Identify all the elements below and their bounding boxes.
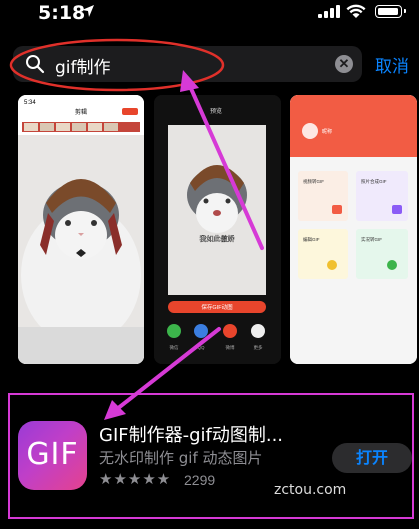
shot2-share-0: 微信 xyxy=(170,344,179,351)
search-input[interactable]: gif制作 xyxy=(55,53,111,78)
app-screenshot-2[interactable]: 预览 我如此傲娇 保存GIF动图 微信 QQ 微博 更多 xyxy=(154,95,281,364)
app-screenshot-3[interactable]: 昵称 视频转GIF 照片合成GIF 编辑GIF 实况转GIF xyxy=(290,95,417,364)
cellular-signal-icon xyxy=(318,5,340,18)
battery-icon xyxy=(375,5,406,18)
shot2-share-2: 微博 xyxy=(226,344,235,351)
wifi-icon xyxy=(346,4,366,18)
shot3-card-3: 实况转GIF xyxy=(361,236,382,243)
location-arrow-icon xyxy=(82,5,94,17)
screenshot-2-art: 预览 我如此傲娇 保存GIF动图 微信 QQ 微博 更多 xyxy=(154,95,281,364)
shot2-caption: 我如此傲娇 xyxy=(200,234,235,243)
search-icon xyxy=(26,55,45,74)
shot3-card-2: 编辑GIF xyxy=(303,236,320,243)
shot3-user: 昵称 xyxy=(322,128,332,135)
shot2-action: 保存GIF动图 xyxy=(201,303,233,311)
status-bar: 5:18 xyxy=(0,0,419,30)
shot1-status-time: 5:34 xyxy=(24,100,36,106)
shot2-title: 预览 xyxy=(210,107,222,115)
shot2-share-1: QQ xyxy=(197,345,205,350)
search-bar[interactable]: gif制作 ✕ xyxy=(13,46,362,82)
shot3-card-1: 照片合成GIF xyxy=(361,178,387,185)
shot2-share-3: 更多 xyxy=(254,344,263,351)
annotation-highlight-box xyxy=(8,393,414,519)
shot3-card-0: 视频转GIF xyxy=(303,178,324,185)
app-screenshot-1[interactable]: 5:34 剪辑 xyxy=(18,95,144,364)
screenshot-1-art: 5:34 剪辑 xyxy=(18,95,144,364)
shot1-title: 剪辑 xyxy=(75,108,87,116)
status-time: 5:18 xyxy=(38,2,86,24)
screenshot-3-art: 昵称 视频转GIF 照片合成GIF 编辑GIF 实况转GIF xyxy=(290,95,417,364)
cancel-button[interactable]: 取消 xyxy=(375,52,409,77)
clear-search-icon[interactable]: ✕ xyxy=(335,55,353,73)
